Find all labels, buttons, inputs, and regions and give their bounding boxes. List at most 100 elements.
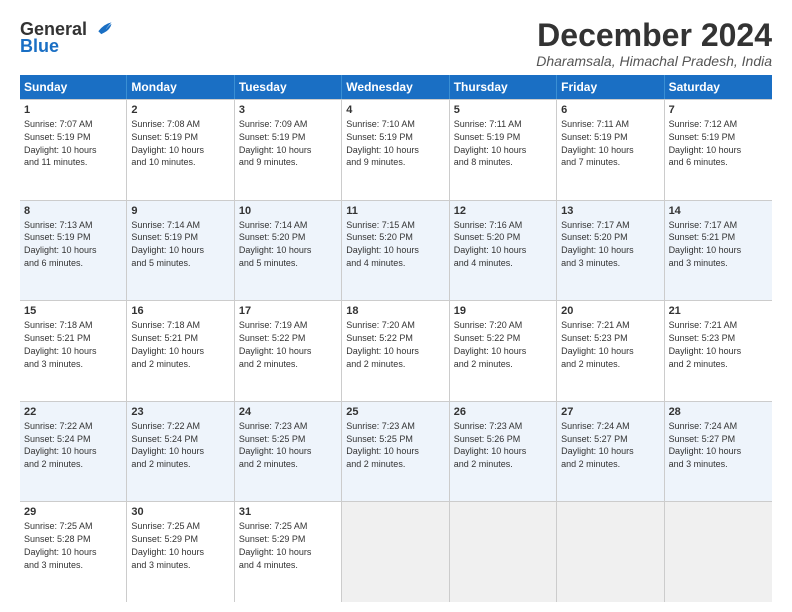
month-title: December 2024 — [536, 18, 772, 53]
calendar-cell: 5Sunrise: 7:11 AM Sunset: 5:19 PM Daylig… — [450, 100, 557, 200]
calendar-cell: 27Sunrise: 7:24 AM Sunset: 5:27 PM Dayli… — [557, 402, 664, 502]
calendar-cell: 22Sunrise: 7:22 AM Sunset: 5:24 PM Dayli… — [20, 402, 127, 502]
day-info: Sunrise: 7:18 AM Sunset: 5:21 PM Dayligh… — [24, 320, 97, 368]
day-info: Sunrise: 7:07 AM Sunset: 5:19 PM Dayligh… — [24, 119, 97, 167]
logo: General Blue — [20, 18, 113, 57]
calendar-cell: 8Sunrise: 7:13 AM Sunset: 5:19 PM Daylig… — [20, 201, 127, 301]
calendar-cell: 11Sunrise: 7:15 AM Sunset: 5:20 PM Dayli… — [342, 201, 449, 301]
calendar-cell: 10Sunrise: 7:14 AM Sunset: 5:20 PM Dayli… — [235, 201, 342, 301]
day-info: Sunrise: 7:16 AM Sunset: 5:20 PM Dayligh… — [454, 220, 527, 268]
calendar-cell: 3Sunrise: 7:09 AM Sunset: 5:19 PM Daylig… — [235, 100, 342, 200]
calendar-cell — [342, 502, 449, 602]
calendar-cell — [557, 502, 664, 602]
day-number: 1 — [24, 103, 122, 118]
day-number: 7 — [669, 103, 768, 118]
day-info: Sunrise: 7:25 AM Sunset: 5:29 PM Dayligh… — [131, 521, 204, 569]
calendar-cell: 9Sunrise: 7:14 AM Sunset: 5:19 PM Daylig… — [127, 201, 234, 301]
day-info: Sunrise: 7:24 AM Sunset: 5:27 PM Dayligh… — [561, 421, 634, 469]
calendar-cell: 16Sunrise: 7:18 AM Sunset: 5:21 PM Dayli… — [127, 301, 234, 401]
calendar-cell: 19Sunrise: 7:20 AM Sunset: 5:22 PM Dayli… — [450, 301, 557, 401]
header-monday: Monday — [127, 75, 234, 99]
day-info: Sunrise: 7:25 AM Sunset: 5:28 PM Dayligh… — [24, 521, 97, 569]
day-number: 3 — [239, 103, 337, 118]
calendar-cell — [665, 502, 772, 602]
calendar-cell: 4Sunrise: 7:10 AM Sunset: 5:19 PM Daylig… — [342, 100, 449, 200]
calendar-header: Sunday Monday Tuesday Wednesday Thursday… — [20, 75, 772, 99]
calendar: Sunday Monday Tuesday Wednesday Thursday… — [20, 75, 772, 602]
day-info: Sunrise: 7:10 AM Sunset: 5:19 PM Dayligh… — [346, 119, 419, 167]
day-number: 8 — [24, 204, 122, 219]
calendar-cell: 14Sunrise: 7:17 AM Sunset: 5:21 PM Dayli… — [665, 201, 772, 301]
day-number: 14 — [669, 204, 768, 219]
calendar-week-5: 29Sunrise: 7:25 AM Sunset: 5:28 PM Dayli… — [20, 502, 772, 602]
day-info: Sunrise: 7:22 AM Sunset: 5:24 PM Dayligh… — [131, 421, 204, 469]
day-number: 9 — [131, 204, 229, 219]
day-info: Sunrise: 7:20 AM Sunset: 5:22 PM Dayligh… — [346, 320, 419, 368]
day-number: 23 — [131, 405, 229, 420]
day-info: Sunrise: 7:13 AM Sunset: 5:19 PM Dayligh… — [24, 220, 97, 268]
day-info: Sunrise: 7:17 AM Sunset: 5:21 PM Dayligh… — [669, 220, 742, 268]
day-number: 18 — [346, 304, 444, 319]
day-info: Sunrise: 7:20 AM Sunset: 5:22 PM Dayligh… — [454, 320, 527, 368]
day-number: 27 — [561, 405, 659, 420]
calendar-cell — [450, 502, 557, 602]
calendar-cell: 24Sunrise: 7:23 AM Sunset: 5:25 PM Dayli… — [235, 402, 342, 502]
day-info: Sunrise: 7:09 AM Sunset: 5:19 PM Dayligh… — [239, 119, 312, 167]
title-block: December 2024 Dharamsala, Himachal Prade… — [536, 18, 772, 69]
day-number: 19 — [454, 304, 552, 319]
calendar-cell: 21Sunrise: 7:21 AM Sunset: 5:23 PM Dayli… — [665, 301, 772, 401]
calendar-cell: 12Sunrise: 7:16 AM Sunset: 5:20 PM Dayli… — [450, 201, 557, 301]
calendar-cell: 18Sunrise: 7:20 AM Sunset: 5:22 PM Dayli… — [342, 301, 449, 401]
day-info: Sunrise: 7:12 AM Sunset: 5:19 PM Dayligh… — [669, 119, 742, 167]
day-info: Sunrise: 7:23 AM Sunset: 5:25 PM Dayligh… — [239, 421, 312, 469]
header-saturday: Saturday — [665, 75, 772, 99]
day-info: Sunrise: 7:15 AM Sunset: 5:20 PM Dayligh… — [346, 220, 419, 268]
calendar-week-2: 8Sunrise: 7:13 AM Sunset: 5:19 PM Daylig… — [20, 201, 772, 302]
day-number: 31 — [239, 505, 337, 520]
header-thursday: Thursday — [450, 75, 557, 99]
day-info: Sunrise: 7:25 AM Sunset: 5:29 PM Dayligh… — [239, 521, 312, 569]
day-number: 22 — [24, 405, 122, 420]
calendar-cell: 1Sunrise: 7:07 AM Sunset: 5:19 PM Daylig… — [20, 100, 127, 200]
day-info: Sunrise: 7:23 AM Sunset: 5:26 PM Dayligh… — [454, 421, 527, 469]
day-number: 25 — [346, 405, 444, 420]
calendar-cell: 23Sunrise: 7:22 AM Sunset: 5:24 PM Dayli… — [127, 402, 234, 502]
day-info: Sunrise: 7:17 AM Sunset: 5:20 PM Dayligh… — [561, 220, 634, 268]
page-header: General Blue December 2024 Dharamsala, H… — [20, 18, 772, 69]
day-info: Sunrise: 7:14 AM Sunset: 5:19 PM Dayligh… — [131, 220, 204, 268]
location: Dharamsala, Himachal Pradesh, India — [536, 53, 772, 69]
day-number: 2 — [131, 103, 229, 118]
day-number: 10 — [239, 204, 337, 219]
day-number: 5 — [454, 103, 552, 118]
day-number: 13 — [561, 204, 659, 219]
calendar-cell: 31Sunrise: 7:25 AM Sunset: 5:29 PM Dayli… — [235, 502, 342, 602]
day-number: 20 — [561, 304, 659, 319]
day-number: 29 — [24, 505, 122, 520]
calendar-week-1: 1Sunrise: 7:07 AM Sunset: 5:19 PM Daylig… — [20, 100, 772, 201]
day-number: 15 — [24, 304, 122, 319]
day-info: Sunrise: 7:22 AM Sunset: 5:24 PM Dayligh… — [24, 421, 97, 469]
day-info: Sunrise: 7:19 AM Sunset: 5:22 PM Dayligh… — [239, 320, 312, 368]
header-wednesday: Wednesday — [342, 75, 449, 99]
day-number: 24 — [239, 405, 337, 420]
day-info: Sunrise: 7:11 AM Sunset: 5:19 PM Dayligh… — [561, 119, 634, 167]
day-info: Sunrise: 7:23 AM Sunset: 5:25 PM Dayligh… — [346, 421, 419, 469]
day-info: Sunrise: 7:21 AM Sunset: 5:23 PM Dayligh… — [669, 320, 742, 368]
calendar-cell: 17Sunrise: 7:19 AM Sunset: 5:22 PM Dayli… — [235, 301, 342, 401]
calendar-page: General Blue December 2024 Dharamsala, H… — [0, 0, 792, 612]
day-number: 12 — [454, 204, 552, 219]
header-friday: Friday — [557, 75, 664, 99]
day-info: Sunrise: 7:21 AM Sunset: 5:23 PM Dayligh… — [561, 320, 634, 368]
header-sunday: Sunday — [20, 75, 127, 99]
header-tuesday: Tuesday — [235, 75, 342, 99]
calendar-cell: 13Sunrise: 7:17 AM Sunset: 5:20 PM Dayli… — [557, 201, 664, 301]
day-number: 21 — [669, 304, 768, 319]
day-info: Sunrise: 7:14 AM Sunset: 5:20 PM Dayligh… — [239, 220, 312, 268]
day-number: 6 — [561, 103, 659, 118]
calendar-cell: 30Sunrise: 7:25 AM Sunset: 5:29 PM Dayli… — [127, 502, 234, 602]
calendar-week-3: 15Sunrise: 7:18 AM Sunset: 5:21 PM Dayli… — [20, 301, 772, 402]
calendar-cell: 28Sunrise: 7:24 AM Sunset: 5:27 PM Dayli… — [665, 402, 772, 502]
day-info: Sunrise: 7:18 AM Sunset: 5:21 PM Dayligh… — [131, 320, 204, 368]
calendar-cell: 26Sunrise: 7:23 AM Sunset: 5:26 PM Dayli… — [450, 402, 557, 502]
calendar-cell: 6Sunrise: 7:11 AM Sunset: 5:19 PM Daylig… — [557, 100, 664, 200]
